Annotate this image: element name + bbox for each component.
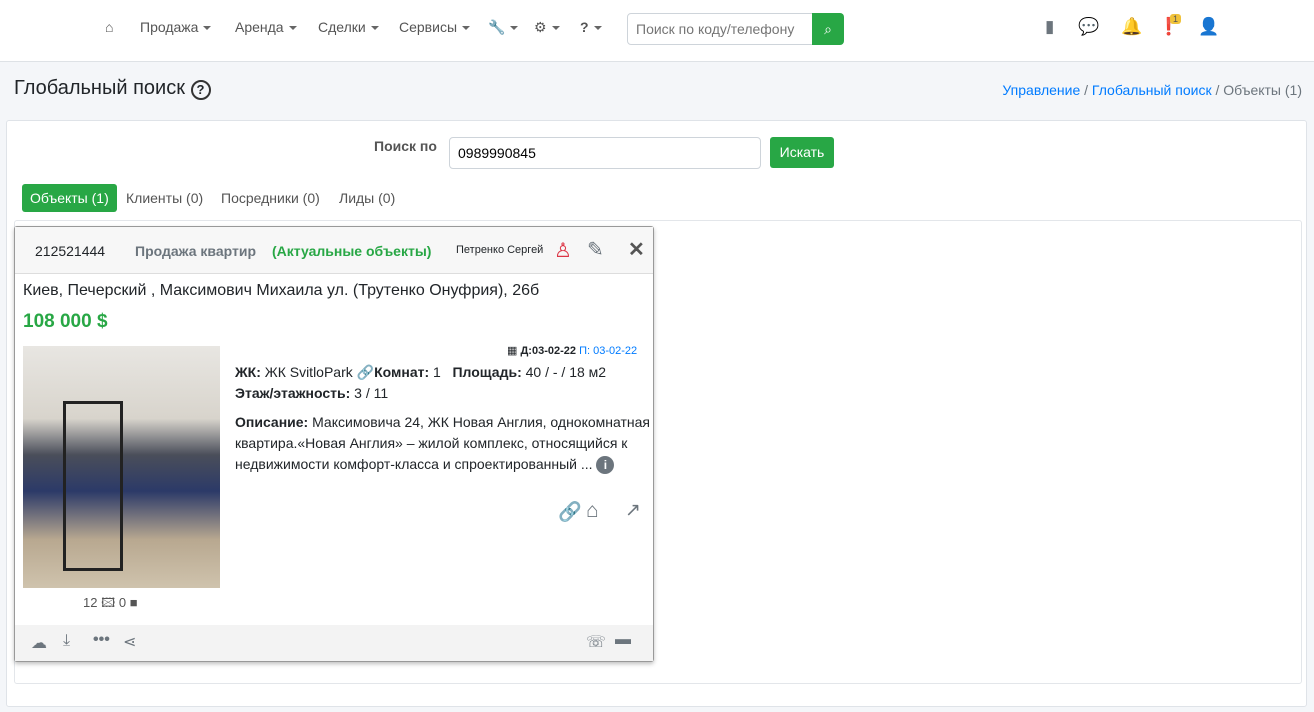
photo-count-value: 12 [83, 595, 98, 610]
video-count-value: 0 [118, 595, 127, 610]
image-icon: 🖾 [101, 595, 116, 610]
home-icon[interactable]: ⌂ [586, 499, 599, 523]
help-icon[interactable]: ? [580, 19, 602, 35]
more-icon[interactable]: ••• [93, 631, 110, 649]
bell-icon[interactable]: 🔔 [1121, 17, 1142, 37]
object-header: 212521444 Продажа квартир (Актуальные об… [15, 227, 653, 274]
description-label: Описание: [235, 414, 309, 430]
rooms-label: Комнат: [374, 364, 430, 380]
tab-objects[interactable]: Объекты (1) [22, 184, 117, 212]
date-updated: П: 03-02-22 [579, 345, 638, 357]
page-title: Глобальный поиск ? [14, 77, 211, 100]
calendar-icon: ▦ [507, 345, 518, 357]
link-icon[interactable]: 🔗 [357, 364, 374, 380]
menu-rent[interactable]: Аренда [235, 19, 297, 35]
object-type: Продажа квартир [135, 243, 257, 259]
tab-intermediaries[interactable]: Посредники (0) [221, 184, 320, 212]
comments-icon[interactable]: 💬 [1078, 17, 1099, 37]
floor-label: Этаж/этажность: [235, 385, 351, 401]
search-label: Поиск по [374, 138, 437, 154]
breadcrumb-manage[interactable]: Управление [1002, 82, 1080, 98]
object-photo[interactable] [23, 346, 220, 588]
user-icon[interactable]: 👤 [1198, 17, 1219, 37]
area-label: Площадь: [452, 364, 522, 380]
top-navbar: ⌂ Продажа Аренда Сделки Сервисы 🔧 ⚙ ? ⌕ … [0, 0, 1314, 62]
object-status: (Актуальные объекты) [272, 243, 432, 259]
photo-count[interactable]: 12 🖾 0 ■ [83, 594, 138, 616]
comment-icon[interactable]: ▬ [615, 631, 631, 649]
close-icon[interactable]: ✕ [628, 237, 645, 262]
search-input[interactable] [627, 13, 813, 45]
breadcrumb: Управление / Глобальный поиск / Объекты … [1002, 82, 1302, 98]
floor-value: 3 / 11 [354, 385, 389, 401]
download-icon[interactable]: ⤓ [63, 632, 70, 650]
complex-value: ЖК SvitloPark [264, 364, 353, 380]
menu-services[interactable]: Сервисы [399, 19, 470, 35]
link-icon[interactable]: 🔗 [558, 500, 582, 524]
rooms-value: 1 [433, 364, 441, 380]
external-link-icon[interactable]: ↗ [625, 499, 641, 522]
area-value: 40 / - / 18 м2 [525, 364, 607, 380]
complex-label: ЖК: [235, 364, 261, 380]
wrench-icon[interactable]: 🔧 [488, 19, 518, 36]
book-icon[interactable]: ▮ [1045, 17, 1054, 37]
page-title-text: Глобальный поиск [14, 77, 185, 99]
menu-sale[interactable]: Продажа [140, 19, 211, 35]
info-icon[interactable]: i [596, 456, 615, 474]
menu-deals[interactable]: Сделки [318, 19, 379, 35]
phone-icon[interactable]: ☏ [586, 632, 606, 652]
alert-icon[interactable]: ❗ 1 [1158, 14, 1182, 37]
tab-clients[interactable]: Клиенты (0) [126, 184, 203, 212]
search-button[interactable]: ⌕ [812, 13, 844, 45]
object-details: ЖК: ЖК SvitloPark 🔗Комнат: 1 Площадь: 40… [235, 362, 650, 475]
agent-name: Петренко Сергей [456, 244, 544, 256]
edit-pencil-icon[interactable]: ✎ [587, 237, 604, 262]
alert-badge: 1 [1170, 14, 1182, 24]
gear-icon[interactable]: ⚙ [534, 19, 560, 36]
object-card: 212521444 Продажа квартир (Актуальные об… [14, 226, 654, 662]
cloud-upload-icon[interactable]: ☁ [31, 633, 47, 653]
object-footer: ☁ ⤓ ••• ⋖ ☏ ▬ [15, 625, 653, 661]
object-id[interactable]: 212521444 [35, 243, 105, 259]
video-icon: ■ [129, 595, 138, 610]
object-price: 108 000 $ [23, 311, 108, 332]
date-created: Д:03-02-22 [520, 345, 577, 357]
breadcrumb-global-search[interactable]: Глобальный поиск [1092, 82, 1212, 98]
tab-leads[interactable]: Лиды (0) [339, 184, 395, 212]
home-icon[interactable]: ⌂ [105, 19, 113, 35]
help-circle-icon[interactable]: ? [190, 80, 211, 100]
agent-user-icon[interactable]: ♙ [554, 238, 572, 263]
share-icon[interactable]: ⋖ [123, 632, 136, 652]
dates: ▦ Д:03-02-22 П: 03-02-22 [507, 344, 637, 357]
query-input[interactable] [449, 137, 761, 169]
object-address[interactable]: Киев, Печерский , Максимович Михаила ул.… [23, 282, 539, 300]
search-submit-button[interactable]: Искать [770, 137, 834, 168]
breadcrumb-current: Объекты (1) [1223, 82, 1302, 98]
